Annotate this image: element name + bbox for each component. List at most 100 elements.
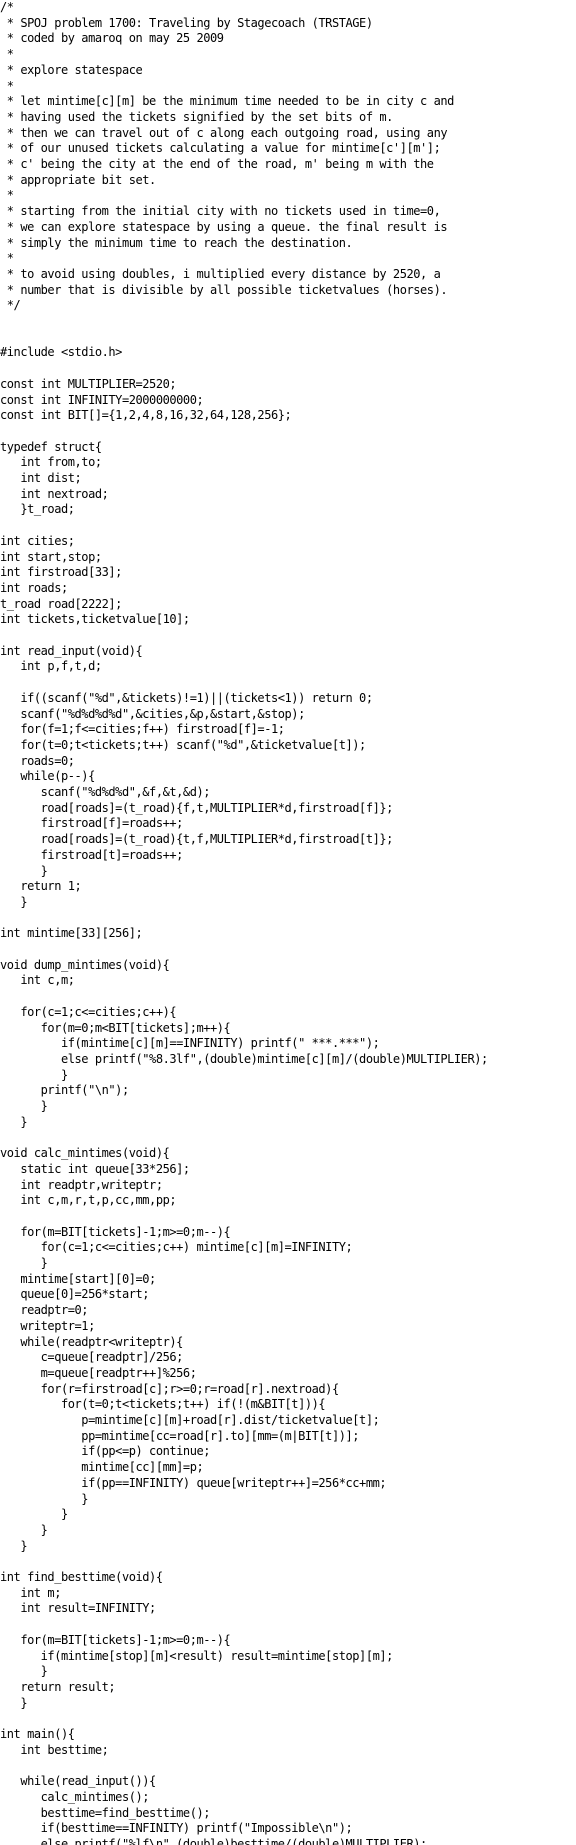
code-line: int nextroad;	[0, 486, 109, 501]
code-line: int main(){	[0, 1727, 75, 1741]
code-line: printf("\n");	[0, 1083, 130, 1098]
code-line: int result=INFINITY;	[0, 1601, 156, 1616]
code-line: int c,m;	[0, 973, 75, 988]
code-line: int tickets,ticketvalue[10];	[0, 612, 190, 627]
code-line: * appropriate bit set.	[0, 172, 157, 187]
code-line: writeptr=1;	[0, 1318, 95, 1333]
code-line: * SPOJ problem 1700: Traveling by Stagec…	[0, 15, 373, 30]
code-line: * explore statespace	[0, 62, 143, 77]
code-line: p=mintime[c][m]+road[r].dist/ticketvalue…	[0, 1413, 380, 1427]
code-line: for(c=1;c<=cities;c++) mintime[c][m]=INF…	[0, 1240, 353, 1255]
code-line: }	[0, 894, 28, 909]
code-line: queue[0]=256*start;	[0, 1287, 150, 1302]
code-line: *	[0, 251, 14, 266]
code-line: int p,f,t,d;	[0, 659, 102, 674]
code-line: int c,m,r,t,p,cc,mm,pp;	[0, 1193, 177, 1208]
code-line: road[roads]=(t_road){t,f,MULTIPLIER*d,fi…	[0, 832, 394, 847]
code-line: static int queue[33*256];	[0, 1161, 190, 1176]
code-line: return 1;	[0, 879, 82, 894]
code-line: * number that is divisible by all possib…	[0, 282, 448, 297]
code-line: typedef struct{	[0, 439, 102, 454]
code-line: else printf("%lf\n",(double)besttime/(do…	[0, 1836, 428, 1845]
code-line: if((scanf("%d",&tickets)!=1)||(tickets<1…	[0, 690, 373, 705]
code-line: }	[0, 1491, 89, 1506]
code-line: int m;	[0, 1585, 61, 1600]
code-line: #include <stdio.h>	[0, 345, 122, 360]
code-line: *	[0, 188, 14, 203]
code-line: *	[0, 47, 14, 62]
code-line: for(t=0;t<tickets;t++) scanf("%d",&ticke…	[0, 737, 366, 752]
code-line: const int MULTIPLIER=2520;	[0, 376, 177, 391]
code-line: for(f=1;f<=cities;f++) firstroad[f]=-1;	[0, 722, 285, 737]
code-line: int read_input(void){	[0, 643, 143, 658]
code-line: const int INFINITY=2000000000;	[0, 392, 204, 407]
code-line: for(c=1;c<=cities;c++){	[0, 1004, 177, 1019]
code-line: }t_road;	[0, 502, 75, 517]
code-line: *	[0, 78, 14, 93]
code-line: */	[0, 298, 21, 313]
code-line: }	[0, 863, 48, 878]
code-line: }	[0, 1522, 48, 1537]
code-line: }	[0, 1114, 28, 1129]
code-line: /*	[0, 0, 14, 14]
code-line: if(mintime[c][m]==INFINITY) printf(" ***…	[0, 1036, 380, 1051]
code-line: int firstroad[33];	[0, 565, 122, 580]
code-line: if(besttime==INFINITY) printf("Impossibl…	[0, 1821, 353, 1836]
code-line: * we can explore statespace by using a q…	[0, 219, 448, 234]
code-line: c=queue[readptr]/256;	[0, 1350, 184, 1365]
code-line: t_road road[2222];	[0, 596, 122, 611]
code-line: roads=0;	[0, 753, 75, 768]
code-line: besttime=find_besttime();	[0, 1805, 211, 1820]
code-line: int roads;	[0, 580, 68, 595]
code-line: else printf("%8.3lf",(double)mintime[c][…	[0, 1051, 488, 1066]
code-line: * coded by amaroq on may 25 2009	[0, 31, 224, 46]
code-line: scanf("%d%d%d%d",&cities,&p,&start,&stop…	[0, 706, 305, 721]
code-line: int from,to;	[0, 455, 102, 470]
code-line: mintime[cc][mm]=p;	[0, 1460, 204, 1475]
code-line: int dist;	[0, 471, 82, 485]
code-line: * c' being the city at the end of the ro…	[0, 157, 434, 171]
code-line: * starting from the initial city with no…	[0, 204, 441, 219]
code-line: for(t=0;t<tickets;t++) if(!(m&BIT[t])){	[0, 1397, 326, 1412]
code-line: for(m=BIT[tickets]-1;m>=0;m--){	[0, 1224, 231, 1239]
code-line: int cities;	[0, 533, 75, 548]
code-line: firstroad[f]=roads++;	[0, 816, 184, 831]
code-line: }	[0, 1099, 48, 1113]
code-line: int find_besttime(void){	[0, 1570, 163, 1584]
code-line: int mintime[33][256];	[0, 926, 143, 941]
code-line: }	[0, 1664, 48, 1679]
code-line: }	[0, 1695, 28, 1710]
code-line: for(r=firstroad[c];r>=0;r=road[r].nextro…	[0, 1381, 340, 1396]
code-line: pp=mintime[cc=road[r].to][mm=(m|BIT[t])]…	[0, 1428, 360, 1443]
code-line: while(read_input()){	[0, 1774, 156, 1789]
code-line: }	[0, 1067, 68, 1082]
code-line: while(p--){	[0, 769, 95, 784]
code-line: int readptr,writeptr;	[0, 1177, 163, 1192]
code-line: int start,stop;	[0, 549, 102, 564]
code-line: * simply the minimum time to reach the d…	[0, 235, 353, 250]
code-line: void calc_mintimes(void){	[0, 1146, 170, 1161]
code-line: for(m=BIT[tickets]-1;m>=0;m--){	[0, 1632, 231, 1647]
code-line: * let mintime[c][m] be the minimum time …	[0, 94, 455, 109]
code-line: * to avoid using doubles, i multiplied e…	[0, 266, 441, 281]
code-line: return result;	[0, 1679, 116, 1694]
code-line: m=queue[readptr++]%256;	[0, 1365, 197, 1380]
code-line: if(pp==INFINITY) queue[writeptr++]=256*c…	[0, 1475, 387, 1490]
code-line: int besttime;	[0, 1742, 109, 1757]
code-line: * having used the tickets signified by t…	[0, 109, 394, 124]
code-line: road[roads]=(t_road){f,t,MULTIPLIER*d,fi…	[0, 800, 394, 815]
code-line: }	[0, 1256, 48, 1270]
code-line: readptr=0;	[0, 1303, 89, 1318]
code-line: firstroad[t]=roads++;	[0, 847, 184, 862]
code-line: if(mintime[stop][m]<result) result=minti…	[0, 1648, 394, 1663]
code-listing: /* * SPOJ problem 1700: Traveling by Sta…	[0, 0, 576, 1845]
code-line: scanf("%d%d%d",&f,&t,&d);	[0, 785, 211, 799]
code-line: }	[0, 1507, 68, 1522]
code-line: }	[0, 1538, 28, 1553]
code-line: calc_mintimes();	[0, 1789, 150, 1804]
code-line: * of our unused tickets calculating a va…	[0, 141, 441, 156]
code-line: while(readptr<writeptr){	[0, 1334, 183, 1349]
code-line: mintime[start][0]=0;	[0, 1271, 156, 1286]
code-line: * then we can travel out of c along each…	[0, 125, 448, 140]
code-line: const int BIT[]={1,2,4,8,16,32,64,128,25…	[0, 408, 292, 423]
